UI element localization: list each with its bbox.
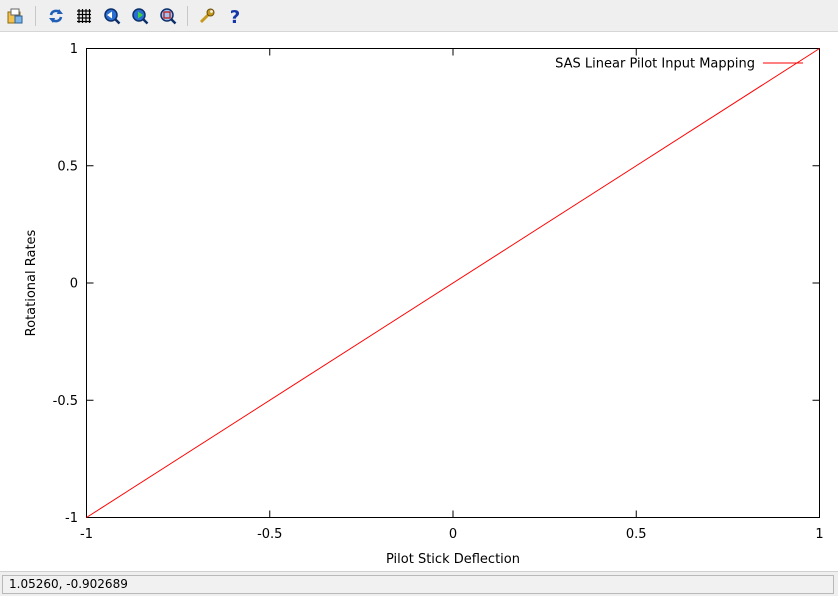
unzoom-button[interactable] xyxy=(157,5,179,27)
help-icon: ? xyxy=(230,7,240,25)
legend-label: SAS Linear Pilot Input Mapping xyxy=(555,57,755,72)
y-axis-label: Rotational Rates xyxy=(24,229,39,336)
legend: SAS Linear Pilot Input Mapping xyxy=(555,57,803,72)
y-tick-label: 1 xyxy=(70,42,78,57)
cursor-coordinates: 1.05260, -0.902689 xyxy=(2,575,834,594)
replot-icon xyxy=(49,9,63,23)
x-tick-label: 0 xyxy=(449,527,457,542)
series-line xyxy=(86,48,820,518)
zoom-previous-icon xyxy=(104,8,121,25)
grid-icon xyxy=(77,9,91,23)
y-tick-label: 0 xyxy=(70,277,78,292)
svg-text:?: ? xyxy=(230,7,240,25)
x-axis-ticks: -1 -0.5 0 0.5 1 xyxy=(80,48,824,542)
export-button[interactable] xyxy=(4,5,26,27)
export-icon xyxy=(7,8,23,24)
zoom-next-button[interactable] xyxy=(129,5,151,27)
x-tick-label: -1 xyxy=(80,527,93,542)
wrench-icon xyxy=(199,8,215,24)
unzoom-icon xyxy=(160,8,177,25)
settings-button[interactable] xyxy=(196,5,218,27)
toolbar: ? xyxy=(0,0,838,32)
help-button[interactable]: ? xyxy=(224,5,246,27)
y-tick-label: -0.5 xyxy=(53,394,78,409)
toolbar-separator xyxy=(187,6,188,26)
line-chart: -1 -0.5 0 0.5 1 -1 -0.5 0 0.5 1 SAS Linear Pilot… xyxy=(24,42,824,567)
series-group xyxy=(86,48,820,518)
grid-button[interactable] xyxy=(73,5,95,27)
x-tick-label: 1 xyxy=(815,527,823,542)
y-tick-label: 0.5 xyxy=(57,159,78,174)
plot-area[interactable]: -1 -0.5 0 0.5 1 -1 -0.5 0 0.5 1 SAS Linear Pilot… xyxy=(0,32,838,570)
zoom-next-icon xyxy=(132,8,149,25)
x-tick-label: 0.5 xyxy=(626,527,647,542)
status-bar: 1.05260, -0.902689 xyxy=(0,571,838,596)
toolbar-separator xyxy=(35,6,36,26)
x-tick-label: -0.5 xyxy=(257,527,282,542)
replot-button[interactable] xyxy=(45,5,67,27)
y-tick-label: -1 xyxy=(65,511,78,526)
zoom-previous-button[interactable] xyxy=(101,5,123,27)
x-axis-label: Pilot Stick Deflection xyxy=(386,552,520,567)
y-axis-ticks: -1 -0.5 0 0.5 1 xyxy=(53,42,820,526)
